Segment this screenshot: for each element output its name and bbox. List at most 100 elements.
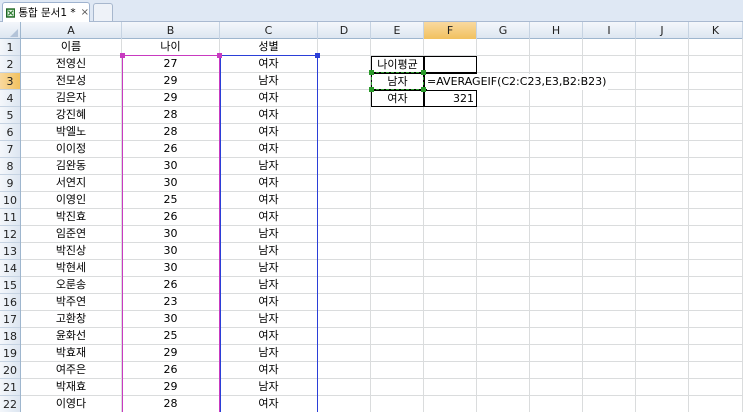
cell-b21[interactable]: 29 — [122, 379, 220, 396]
cell-k3[interactable] — [689, 73, 743, 90]
cell-c4[interactable]: 여자 — [220, 90, 318, 107]
cell-d18[interactable] — [318, 328, 371, 345]
column-header-j[interactable]: J — [636, 22, 689, 39]
cell-d22[interactable] — [318, 396, 371, 412]
cell-a6[interactable]: 박엘노 — [21, 124, 122, 141]
cell-d11[interactable] — [318, 209, 371, 226]
summary-female-value[interactable]: 321 — [424, 90, 477, 107]
cell-i19[interactable] — [583, 345, 636, 362]
cell-c14[interactable]: 남자 — [220, 260, 318, 277]
header-name[interactable]: 이름 — [21, 39, 122, 56]
cell-c5[interactable]: 여자 — [220, 107, 318, 124]
range-handle-c-top-right[interactable] — [315, 53, 320, 58]
cell-a2[interactable]: 전영신 — [21, 56, 122, 73]
cell-c11[interactable]: 여자 — [220, 209, 318, 226]
cell-e16[interactable] — [371, 294, 424, 311]
cell-g20[interactable] — [477, 362, 530, 379]
cell-a9[interactable]: 서연지 — [21, 175, 122, 192]
column-header-i[interactable]: I — [583, 22, 636, 39]
range-handle-e-top-right[interactable] — [421, 70, 426, 75]
cell-d21[interactable] — [318, 379, 371, 396]
cell-j7[interactable] — [636, 141, 689, 158]
cell-h22[interactable] — [530, 396, 583, 412]
cell-g7[interactable] — [477, 141, 530, 158]
cell-i9[interactable] — [583, 175, 636, 192]
cell-i11[interactable] — [583, 209, 636, 226]
cell-i20[interactable] — [583, 362, 636, 379]
cell-d14[interactable] — [318, 260, 371, 277]
cell-g16[interactable] — [477, 294, 530, 311]
cell-c22[interactable]: 여자 — [220, 396, 318, 412]
cell-a14[interactable]: 박현세 — [21, 260, 122, 277]
cell-h1[interactable] — [530, 39, 583, 56]
cell-c7[interactable]: 여자 — [220, 141, 318, 158]
cell-d4[interactable] — [318, 90, 371, 107]
cell-k16[interactable] — [689, 294, 743, 311]
cell-d8[interactable] — [318, 158, 371, 175]
header-gender[interactable]: 성별 — [220, 39, 318, 56]
row-header-5[interactable]: 5 — [0, 107, 20, 124]
new-tab-button[interactable] — [93, 3, 113, 21]
cell-i1[interactable] — [583, 39, 636, 56]
cell-e6[interactable] — [371, 124, 424, 141]
cell-g8[interactable] — [477, 158, 530, 175]
cell-a7[interactable]: 이이정 — [21, 141, 122, 158]
cell-a15[interactable]: 오룬송 — [21, 277, 122, 294]
cell-a21[interactable]: 박재효 — [21, 379, 122, 396]
cell-k19[interactable] — [689, 345, 743, 362]
cell-i14[interactable] — [583, 260, 636, 277]
row-header-21[interactable]: 21 — [0, 379, 20, 396]
row-header-12[interactable]: 12 — [0, 226, 20, 243]
cell-h15[interactable] — [530, 277, 583, 294]
cell-h13[interactable] — [530, 243, 583, 260]
cell-j14[interactable] — [636, 260, 689, 277]
cell-a18[interactable]: 윤화선 — [21, 328, 122, 345]
cell-f14[interactable] — [424, 260, 477, 277]
cell-b3[interactable]: 29 — [122, 73, 220, 90]
cell-d2[interactable] — [318, 56, 371, 73]
cell-f1[interactable] — [424, 39, 477, 56]
cell-b10[interactable]: 25 — [122, 192, 220, 209]
cell-h8[interactable] — [530, 158, 583, 175]
formula-text[interactable]: =AVERAGEIF(C2:C23,E3,B2:B23) — [427, 74, 609, 90]
cell-k18[interactable] — [689, 328, 743, 345]
cell-b17[interactable]: 30 — [122, 311, 220, 328]
cell-i4[interactable] — [583, 90, 636, 107]
cell-b20[interactable]: 26 — [122, 362, 220, 379]
cell-e21[interactable] — [371, 379, 424, 396]
cell-b14[interactable]: 30 — [122, 260, 220, 277]
cell-e13[interactable] — [371, 243, 424, 260]
cell-f7[interactable] — [424, 141, 477, 158]
cell-e18[interactable] — [371, 328, 424, 345]
cell-b15[interactable]: 26 — [122, 277, 220, 294]
cell-e11[interactable] — [371, 209, 424, 226]
range-handle-e-bottom-right[interactable] — [421, 87, 426, 92]
cell-d7[interactable] — [318, 141, 371, 158]
cell-i13[interactable] — [583, 243, 636, 260]
cell-g21[interactable] — [477, 379, 530, 396]
cell-j22[interactable] — [636, 396, 689, 412]
summary-male-label[interactable]: 남자 — [371, 73, 424, 90]
cell-c3[interactable]: 남자 — [220, 73, 318, 90]
cell-d20[interactable] — [318, 362, 371, 379]
row-header-18[interactable]: 18 — [0, 328, 20, 345]
cell-d9[interactable] — [318, 175, 371, 192]
cell-i21[interactable] — [583, 379, 636, 396]
cell-h10[interactable] — [530, 192, 583, 209]
row-header-2[interactable]: 2 — [0, 56, 20, 73]
cell-c6[interactable]: 여자 — [220, 124, 318, 141]
cell-a16[interactable]: 박주연 — [21, 294, 122, 311]
cell-k4[interactable] — [689, 90, 743, 107]
cell-e10[interactable] — [371, 192, 424, 209]
cell-f11[interactable] — [424, 209, 477, 226]
row-header-15[interactable]: 15 — [0, 277, 20, 294]
cell-k8[interactable] — [689, 158, 743, 175]
cell-j15[interactable] — [636, 277, 689, 294]
cell-a13[interactable]: 박진상 — [21, 243, 122, 260]
row-header-8[interactable]: 8 — [0, 158, 20, 175]
cell-j2[interactable] — [636, 56, 689, 73]
cell-k14[interactable] — [689, 260, 743, 277]
cell-i12[interactable] — [583, 226, 636, 243]
row-header-17[interactable]: 17 — [0, 311, 20, 328]
cell-g10[interactable] — [477, 192, 530, 209]
